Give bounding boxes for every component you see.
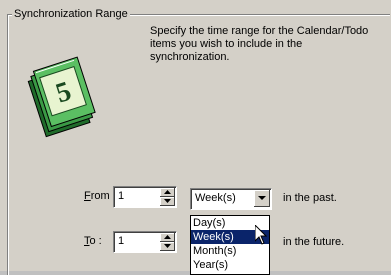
to-suffix: in the future. — [283, 236, 345, 248]
to-label: To : — [84, 234, 102, 248]
from-suffix: in the past. — [283, 192, 337, 204]
to-label-rest: o : — [89, 235, 102, 247]
to-spinner-buttons — [160, 233, 175, 251]
up-arrow-icon — [164, 235, 171, 239]
from-spinner[interactable]: 1 — [113, 186, 177, 208]
from-spin-down-button[interactable] — [160, 197, 175, 206]
mouse-pointer-icon — [255, 225, 267, 245]
combo-dropdown-button[interactable] — [254, 190, 270, 207]
from-spin-up-button[interactable] — [160, 188, 175, 197]
dropdown-option[interactable]: Month(s) — [191, 244, 269, 258]
unit-dropdown-list: Day(s) Week(s) Month(s) Year(s) — [190, 215, 270, 275]
from-unit-value: Week(s) — [195, 192, 236, 204]
sync-range-panel: Synchronization Range 5 Specify the time… — [0, 0, 391, 275]
chevron-down-icon — [258, 196, 266, 200]
from-spinner-buttons — [160, 188, 175, 206]
description-text: Specify the time range for the Calendar/… — [150, 25, 369, 63]
group-title: Synchronization Range — [12, 7, 130, 21]
from-unit-combo[interactable]: Week(s) — [190, 188, 272, 210]
dropdown-option[interactable]: Year(s) — [191, 258, 269, 272]
to-spinner-value[interactable]: 1 — [118, 235, 124, 247]
from-label-accel: F — [84, 190, 91, 202]
to-spin-up-button[interactable] — [160, 233, 175, 242]
up-arrow-icon — [164, 190, 171, 194]
down-arrow-icon — [164, 199, 171, 203]
to-spinner[interactable]: 1 — [113, 231, 177, 253]
from-spinner-value[interactable]: 1 — [118, 190, 124, 202]
down-arrow-icon — [164, 244, 171, 248]
from-label: From : — [84, 189, 116, 203]
to-spin-down-button[interactable] — [160, 242, 175, 251]
calendar-money-icon: 5 — [27, 56, 96, 138]
